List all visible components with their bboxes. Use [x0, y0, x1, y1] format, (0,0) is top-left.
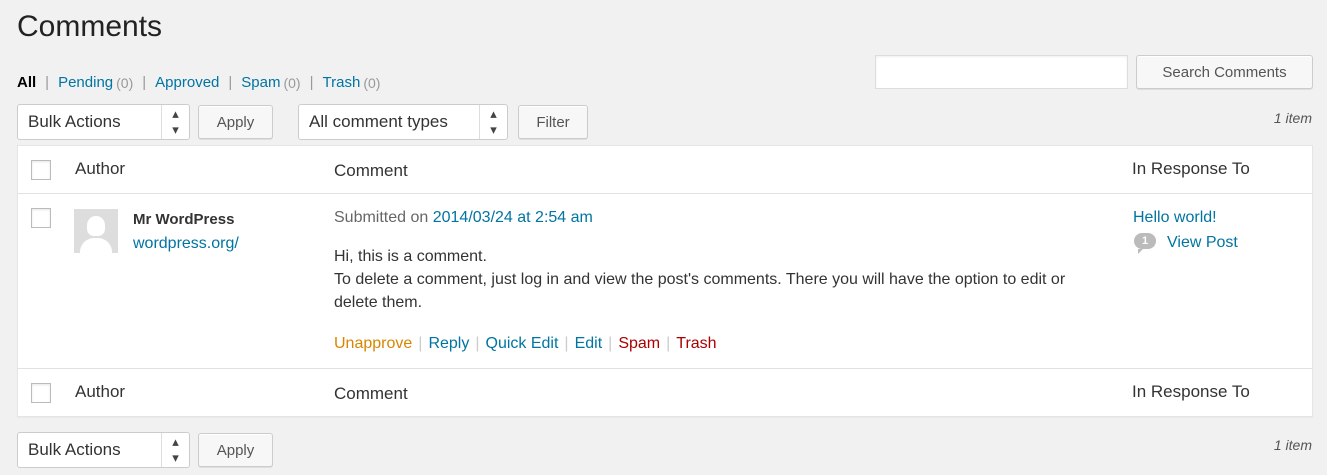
items-count-bottom: 1 item — [1273, 437, 1312, 453]
bulk-actions-select-top[interactable]: Bulk Actions ▴ ▾ — [17, 104, 190, 140]
trash-count: (0) — [363, 74, 381, 91]
row-checkbox[interactable] — [31, 208, 51, 228]
filter-pending-label[interactable]: Pending — [58, 74, 113, 91]
filter-spam[interactable]: Spam — [241, 74, 280, 91]
select-arrows-icon: ▴ ▾ — [161, 433, 189, 467]
avatar-head — [87, 216, 105, 236]
filter-all[interactable]: All — [17, 74, 36, 91]
row-actions: Unapprove | Reply | Quick Edit | Edit | … — [334, 335, 717, 353]
column-in-response-to: In Response To — [1132, 382, 1250, 401]
comment-count-bubble-icon[interactable]: 1 — [1134, 233, 1156, 254]
search-comments-button[interactable]: Search Comments — [1136, 55, 1313, 89]
select-arrows-icon: ▴ ▾ — [479, 105, 507, 139]
table-header: Author Comment In Response To — [18, 146, 1312, 194]
bulk-actions-select-bottom[interactable]: Bulk Actions ▴ ▾ — [17, 432, 190, 468]
separator: | — [608, 335, 613, 352]
comment-date-link[interactable]: 2014/03/24 at 2:54 am — [433, 209, 593, 226]
separator: | — [228, 74, 233, 91]
edit-link[interactable]: Edit — [575, 335, 603, 353]
comment-line-1: Hi, this is a comment. — [334, 248, 487, 265]
page-title: Comments — [17, 10, 163, 43]
pending-count: (0) — [116, 74, 134, 91]
column-comment: Comment — [334, 161, 408, 180]
comments-table: Author Comment In Response To Mr WordPre… — [17, 145, 1313, 417]
spam-link[interactable]: Spam — [618, 335, 660, 353]
bulk-actions-value: Bulk Actions — [28, 440, 121, 459]
filter-approved[interactable]: Approved — [155, 74, 219, 91]
view-post-link[interactable]: View Post — [1167, 234, 1238, 252]
column-comment: Comment — [334, 384, 408, 403]
reply-link[interactable]: Reply — [428, 335, 469, 353]
filter-trash[interactable]: Trash — [323, 74, 361, 91]
status-filter-links: All | Pending (0) | Approved | Spam (0) … — [17, 74, 380, 91]
quick-edit-link[interactable]: Quick Edit — [486, 335, 559, 353]
column-author: Author — [75, 382, 126, 401]
submitted-on: Submitted on 2014/03/24 at 2:54 am — [334, 209, 593, 227]
submitted-prefix: Submitted on — [334, 209, 433, 226]
separator: | — [142, 74, 147, 91]
table-row: Mr WordPress wordpress.org/ Submitted on… — [18, 194, 1312, 370]
author-name: Mr WordPress — [133, 211, 235, 228]
comment-text: Hi, this is a comment. To delete a comme… — [334, 245, 1104, 314]
select-all-checkbox[interactable] — [31, 160, 51, 180]
apply-button-bottom[interactable]: Apply — [198, 433, 273, 467]
comment-line-2: To delete a comment, just log in and vie… — [334, 271, 1066, 311]
separator: | — [564, 335, 569, 352]
separator: | — [418, 335, 423, 352]
spam-count: (0) — [283, 74, 301, 91]
avatar — [74, 209, 118, 253]
comment-type-value: All comment types — [309, 112, 448, 131]
search-input[interactable] — [875, 55, 1128, 89]
apply-button-top[interactable]: Apply — [198, 105, 273, 139]
post-title-link[interactable]: Hello world! — [1133, 209, 1217, 227]
author-url-link[interactable]: wordpress.org/ — [133, 235, 239, 253]
column-in-response-to: In Response To — [1132, 159, 1250, 178]
separator: | — [666, 335, 671, 352]
comment-type-select[interactable]: All comment types ▴ ▾ — [298, 104, 508, 140]
bulk-actions-value: Bulk Actions — [28, 112, 121, 131]
filter-button[interactable]: Filter — [518, 105, 588, 139]
trash-link[interactable]: Trash — [676, 335, 716, 353]
separator: | — [475, 335, 480, 352]
avatar-body — [80, 238, 112, 253]
select-all-checkbox-footer[interactable] — [31, 383, 51, 403]
select-arrows-icon: ▴ ▾ — [161, 105, 189, 139]
table-footer: Author Comment In Response To — [18, 368, 1312, 416]
separator: | — [45, 74, 50, 91]
column-author: Author — [75, 159, 126, 178]
separator: | — [309, 74, 314, 91]
unapprove-link[interactable]: Unapprove — [334, 335, 412, 353]
filter-pending[interactable]: Pending — [58, 74, 113, 91]
items-count-top: 1 item — [1273, 110, 1312, 126]
